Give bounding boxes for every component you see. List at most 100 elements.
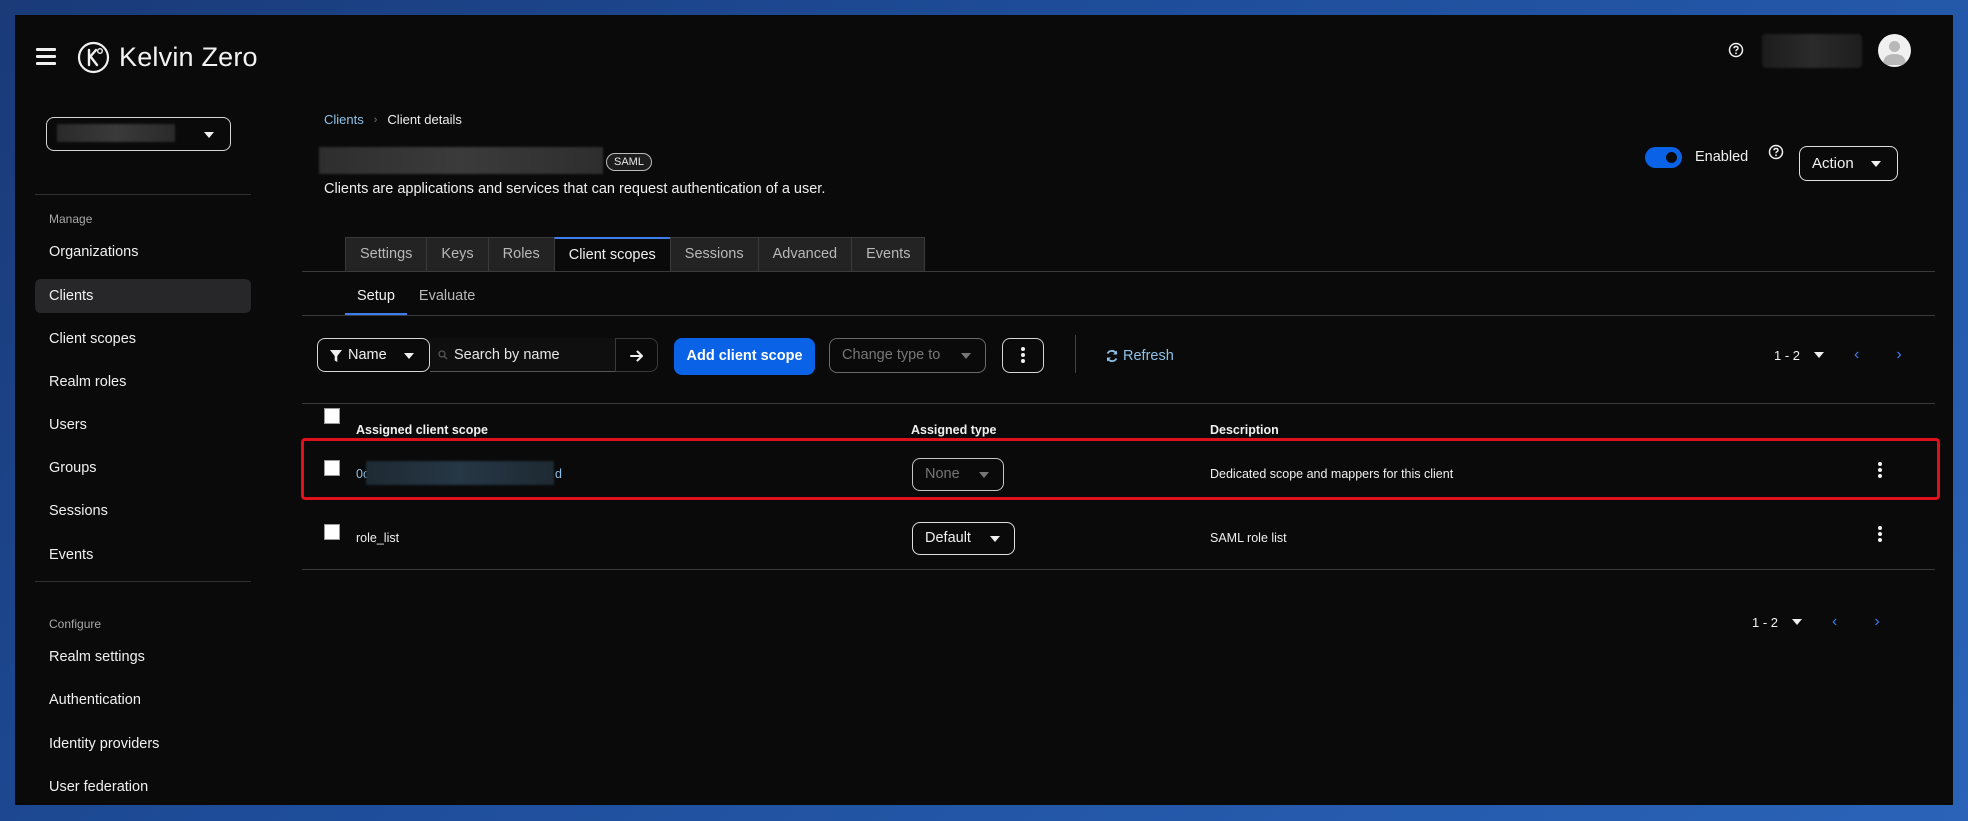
sidebar-item-events[interactable]: Events bbox=[35, 538, 251, 572]
subtabs-divider bbox=[302, 315, 1935, 316]
tabs-divider bbox=[302, 271, 1935, 272]
filter-label: Name bbox=[348, 347, 387, 363]
enabled-label: Enabled bbox=[1695, 149, 1749, 165]
scope-name: role_list bbox=[356, 531, 400, 545]
search-input[interactable] bbox=[454, 338, 609, 372]
toolbar-kebab-button[interactable] bbox=[1002, 338, 1044, 373]
caret-down-icon bbox=[1814, 352, 1825, 358]
action-dropdown[interactable]: Action bbox=[1799, 146, 1898, 181]
add-client-scope-button[interactable]: Add client scope bbox=[674, 338, 815, 375]
subtab-evaluate[interactable]: Evaluate bbox=[407, 281, 487, 315]
sidebar-item-identity-providers[interactable]: Identity providers bbox=[35, 727, 251, 761]
caret-down-icon bbox=[1871, 161, 1881, 167]
scope-description: SAML role list bbox=[1210, 531, 1287, 545]
caret-down-icon bbox=[404, 353, 414, 359]
app-window: Kelvin Zero Manage Organizations Clients… bbox=[15, 15, 1953, 805]
assigned-type-value: None bbox=[925, 466, 960, 482]
row-checkbox[interactable] bbox=[324, 524, 340, 540]
search-box bbox=[430, 338, 615, 372]
row-checkbox[interactable] bbox=[324, 460, 340, 476]
kelvin-zero-logo-icon bbox=[77, 41, 110, 74]
sidebar-item-groups[interactable]: Groups bbox=[35, 451, 251, 485]
caret-down-icon bbox=[1792, 619, 1803, 625]
pagination-prev-icon[interactable]: ‹ bbox=[1854, 346, 1859, 364]
caret-down-icon bbox=[961, 353, 971, 359]
sidebar-item-clients[interactable]: Clients bbox=[35, 279, 251, 313]
column-header-scope[interactable]: Assigned client scope bbox=[356, 423, 488, 437]
sidebar-divider bbox=[35, 194, 251, 195]
client-scope-subtabs: Setup Evaluate bbox=[345, 281, 487, 315]
sidebar-divider bbox=[35, 581, 251, 582]
protocol-badge: SAML bbox=[606, 153, 652, 171]
help-icon[interactable] bbox=[1768, 144, 1784, 160]
help-icon[interactable] bbox=[1728, 42, 1744, 58]
filter-dropdown[interactable]: Name bbox=[317, 338, 430, 372]
brand-logo[interactable]: Kelvin Zero bbox=[77, 41, 258, 74]
enabled-toggle[interactable] bbox=[1645, 147, 1682, 168]
refresh-label: Refresh bbox=[1123, 348, 1174, 364]
sidebar-item-organizations[interactable]: Organizations bbox=[35, 235, 251, 269]
tab-roles[interactable]: Roles bbox=[487, 237, 555, 271]
pagination-prev-icon[interactable]: ‹ bbox=[1832, 613, 1837, 631]
username-redacted[interactable] bbox=[1762, 34, 1862, 68]
refresh-button[interactable]: Refresh bbox=[1105, 348, 1174, 364]
breadcrumb-clients-link[interactable]: Clients bbox=[324, 112, 364, 127]
arrow-right-icon bbox=[630, 350, 643, 362]
table-bottom-border bbox=[302, 569, 1935, 570]
kebab-icon[interactable] bbox=[1875, 462, 1885, 480]
search-icon bbox=[438, 350, 448, 360]
search-submit-button[interactable] bbox=[615, 338, 658, 372]
refresh-icon bbox=[1106, 350, 1118, 362]
caret-down-icon bbox=[979, 472, 989, 478]
client-tabs: Settings Keys Roles Client scopes Sessio… bbox=[345, 237, 926, 271]
assigned-type-select: None bbox=[912, 458, 1004, 491]
action-label: Action bbox=[1812, 155, 1854, 172]
pagination-range[interactable]: 1 - 2 bbox=[1752, 615, 1778, 630]
pagination-caret[interactable] bbox=[1814, 352, 1825, 358]
realm-selector[interactable] bbox=[46, 117, 231, 151]
client-name-redacted bbox=[319, 147, 603, 174]
pagination-bottom: 1 - 2 ‹ › bbox=[1752, 613, 1880, 631]
user-avatar-icon[interactable] bbox=[1878, 34, 1911, 67]
scope-description: Dedicated scope and mappers for this cli… bbox=[1210, 467, 1454, 481]
tab-events[interactable]: Events bbox=[851, 237, 926, 271]
pagination-range[interactable]: 1 - 2 bbox=[1774, 348, 1800, 363]
assigned-type-select[interactable]: Default bbox=[912, 522, 1015, 555]
sidebar: Manage Organizations Clients Client scop… bbox=[15, 95, 265, 805]
column-header-type[interactable]: Assigned type bbox=[911, 423, 996, 437]
scope-name-suffix[interactable]: d bbox=[555, 467, 562, 481]
change-type-label: Change type to bbox=[842, 347, 941, 363]
sidebar-item-client-scopes[interactable]: Client scopes bbox=[35, 322, 251, 356]
pagination-top: 1 - 2 ‹ › bbox=[1774, 346, 1902, 364]
tab-advanced[interactable]: Advanced bbox=[757, 237, 853, 271]
tab-sessions[interactable]: Sessions bbox=[669, 237, 759, 271]
pagination-caret[interactable] bbox=[1792, 619, 1803, 625]
tab-settings[interactable]: Settings bbox=[345, 237, 428, 271]
tab-keys[interactable]: Keys bbox=[426, 237, 489, 271]
breadcrumb-current: Client details bbox=[387, 112, 462, 127]
column-header-description[interactable]: Description bbox=[1210, 423, 1279, 437]
subtab-setup[interactable]: Setup bbox=[345, 281, 407, 315]
sidebar-item-realm-roles[interactable]: Realm roles bbox=[35, 365, 251, 399]
caret-down-icon bbox=[990, 536, 1000, 542]
kebab-icon[interactable] bbox=[1875, 526, 1885, 544]
pagination-next-icon[interactable]: › bbox=[1874, 613, 1879, 631]
sidebar-item-user-federation[interactable]: User federation bbox=[35, 770, 251, 804]
sidebar-item-sessions[interactable]: Sessions bbox=[35, 494, 251, 528]
breadcrumb: Clients › Client details bbox=[324, 112, 462, 127]
tab-client-scopes[interactable]: Client scopes bbox=[553, 237, 671, 271]
hamburger-icon[interactable] bbox=[36, 48, 56, 65]
sidebar-item-authentication[interactable]: Authentication bbox=[35, 683, 251, 717]
sidebar-item-users[interactable]: Users bbox=[35, 408, 251, 442]
scope-name-redacted bbox=[366, 461, 554, 485]
brand-name: Kelvin Zero bbox=[119, 42, 258, 72]
select-all-checkbox[interactable] bbox=[324, 408, 340, 424]
table-top-border bbox=[302, 403, 1935, 404]
filter-icon bbox=[330, 350, 342, 362]
kebab-icon bbox=[1018, 347, 1028, 365]
pagination-next-icon[interactable]: › bbox=[1896, 346, 1901, 364]
masthead: Kelvin Zero bbox=[15, 15, 1953, 95]
sidebar-item-realm-settings[interactable]: Realm settings bbox=[35, 640, 251, 674]
change-type-select[interactable]: Change type to bbox=[829, 338, 986, 373]
realm-name-redacted bbox=[57, 124, 175, 142]
